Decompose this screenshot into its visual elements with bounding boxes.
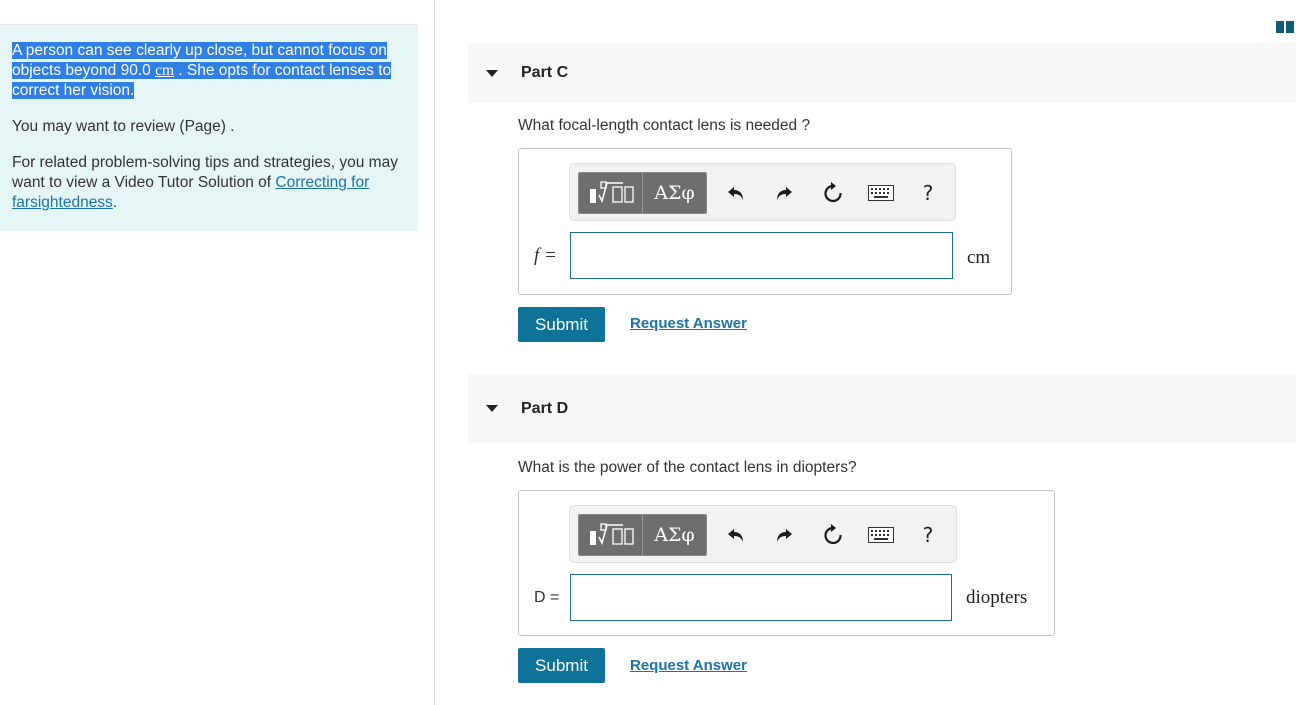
- part-c-unit: cm: [967, 247, 991, 268]
- part-d-answer-box: ΑΣφ ? D = diopters: [518, 490, 1055, 636]
- collapse-caret-icon[interactable]: [486, 405, 498, 412]
- part-d-unit: diopters: [966, 587, 1028, 608]
- undo-icon[interactable]: [724, 181, 748, 205]
- part-c-question: What focal-length contact lens is needed…: [518, 117, 811, 134]
- review-text: You may want to review (Page) .: [12, 118, 235, 135]
- column-divider: [434, 0, 435, 705]
- reset-icon[interactable]: [821, 523, 845, 547]
- part-d-title: Part D: [521, 399, 569, 417]
- part-c-header[interactable]: Part C: [468, 43, 1296, 103]
- templates-icon[interactable]: [579, 515, 643, 555]
- greek-letters-icon[interactable]: ΑΣφ: [643, 515, 706, 555]
- book-icon[interactable]: [1276, 21, 1294, 33]
- problem-statement: A person can see clearly up close, but c…: [12, 41, 392, 101]
- part-d-request-answer-link[interactable]: Request Answer: [630, 657, 747, 674]
- keyboard-icon[interactable]: [868, 523, 894, 547]
- part-c-request-answer-link[interactable]: Request Answer: [630, 315, 747, 332]
- undo-icon[interactable]: [724, 523, 748, 547]
- keyboard-icon[interactable]: [868, 181, 894, 205]
- part-d-submit-button[interactable]: Submit: [518, 648, 605, 683]
- part-c-answer-input[interactable]: [570, 232, 953, 279]
- template-buttons: ΑΣφ: [578, 172, 707, 214]
- part-d-question: What is the power of the contact lens in…: [518, 459, 857, 476]
- part-c-math-toolbar: ΑΣφ ?: [569, 163, 956, 221]
- collapse-caret-icon[interactable]: [486, 69, 498, 77]
- part-d-math-toolbar: ΑΣφ ?: [569, 505, 957, 563]
- part-d-header[interactable]: Part D: [468, 374, 1296, 443]
- part-c-submit-button[interactable]: Submit: [518, 307, 605, 342]
- problem-panel: A person can see clearly up close, but c…: [0, 25, 418, 231]
- part-d-answer-input[interactable]: [570, 574, 952, 621]
- related-text-end: .: [112, 194, 118, 211]
- template-buttons: ΑΣφ: [578, 514, 707, 556]
- part-c-variable-label: f =: [534, 245, 557, 266]
- greek-letters-icon[interactable]: ΑΣφ: [643, 173, 706, 213]
- part-d-variable-label: D =: [534, 589, 560, 606]
- part-c-title: Part C: [521, 64, 569, 81]
- help-icon[interactable]: ?: [916, 181, 940, 205]
- redo-icon[interactable]: [772, 523, 796, 547]
- part-c-answer-box: ΑΣφ ? f = cm: [518, 148, 1012, 295]
- problem-unit: cm: [155, 62, 174, 79]
- redo-icon[interactable]: [772, 181, 796, 205]
- help-icon[interactable]: ?: [916, 523, 940, 547]
- reset-icon[interactable]: [821, 181, 845, 205]
- related-text: For related problem-solving tips and str…: [12, 153, 407, 213]
- templates-icon[interactable]: [579, 173, 643, 213]
